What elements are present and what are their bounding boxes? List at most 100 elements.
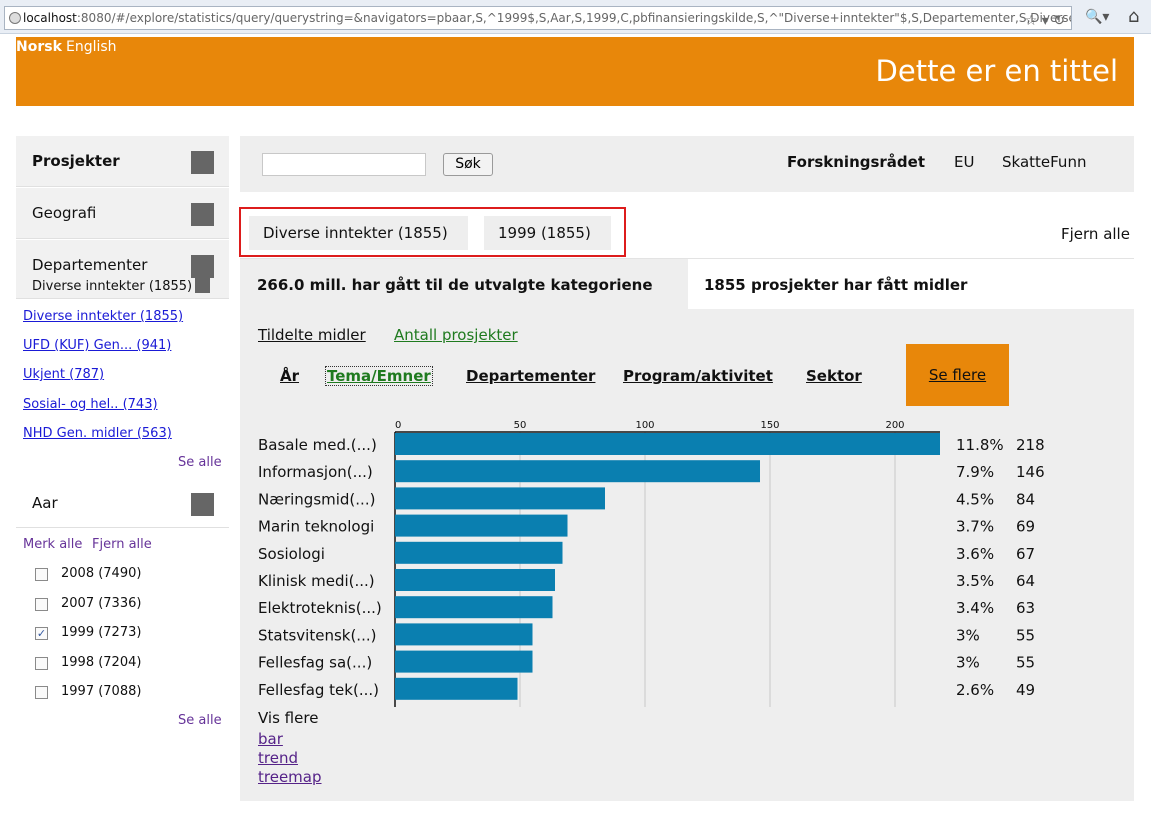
dep-facet-link[interactable]: Ukjent (787) — [23, 367, 104, 382]
percent-label: 7.9% — [956, 463, 994, 481]
year-label: 1998 (7204) — [61, 655, 142, 670]
bookmark-star-icon[interactable]: ☆ ▾ ↻ — [1025, 10, 1065, 29]
percent-label: 3% — [956, 654, 980, 672]
home-icon[interactable]: ⌂ — [1128, 6, 1139, 27]
bar — [395, 487, 605, 510]
year-checkbox[interactable] — [35, 598, 48, 611]
bar — [395, 460, 760, 483]
percent-label: 3% — [956, 626, 980, 644]
expand-toggle-icon[interactable] — [191, 203, 214, 226]
dep-facet-link[interactable]: Sosial- og hel.. (743) — [23, 397, 158, 412]
dep-facet-link[interactable]: NHD Gen. midler (563) — [23, 426, 172, 441]
lang-norsk-link[interactable]: Norsk — [16, 39, 62, 55]
category-label: Fellesfag sa(...) — [258, 654, 372, 672]
summary-projects: 1855 prosjekter har fått midler — [704, 276, 968, 294]
expand-toggle-icon[interactable] — [191, 255, 214, 278]
sidebar-section-label: Geografi — [32, 204, 97, 222]
bar — [395, 650, 533, 673]
bar — [395, 541, 563, 564]
url-path: :8080/#/explore/statistics/query/queryst… — [76, 11, 1072, 25]
sidebar-section-label: Prosjekter — [32, 152, 120, 170]
dep-facet-link[interactable]: Diverse inntekter (1855) — [23, 309, 183, 324]
search-engine-icon[interactable]: 🔍▾ — [1085, 9, 1109, 25]
category-label: Basale med.(...) — [258, 436, 377, 454]
year-label: 2008 (7490) — [61, 566, 142, 581]
year-checkbox[interactable] — [35, 568, 48, 581]
year-checkbox[interactable] — [35, 657, 48, 670]
bar — [395, 623, 533, 646]
dep-facet-link[interactable]: UFD (KUF) Gen... (941) — [23, 338, 171, 353]
percent-label: 2.6% — [956, 681, 994, 699]
vis-flere-label: Vis flere — [258, 709, 319, 727]
globe-icon — [9, 12, 21, 24]
chart-type-bar-link[interactable]: bar — [258, 730, 283, 748]
value-label: 49 — [1016, 681, 1035, 699]
url-host: localhost — [23, 11, 77, 25]
sidebar-section-geografi[interactable]: Geografi — [16, 188, 229, 239]
filter-chip[interactable]: Diverse inntekter (1855) — [249, 216, 468, 250]
x-tick-label: 50 — [514, 420, 527, 431]
lang-english-link[interactable]: English — [66, 39, 117, 55]
category-label: Informasjon(...) — [258, 463, 373, 481]
x-tick-label: 100 — [635, 420, 654, 431]
category-label: Elektroteknis(...) — [258, 599, 382, 617]
x-tick-label: 150 — [760, 420, 779, 431]
percent-label: 4.5% — [956, 490, 994, 508]
fjern-alle-year-link[interactable]: Fjern alle — [92, 537, 152, 552]
year-checkbox-checked[interactable]: ✓ — [35, 627, 48, 640]
se-alle-link[interactable]: Se alle — [178, 455, 222, 470]
nav-eu[interactable]: EU — [954, 153, 974, 171]
filter-chip[interactable]: 1999 (1855) — [484, 216, 611, 250]
year-label: 2007 (7336) — [61, 596, 142, 611]
selected-facet: Diverse inntekter (1855) — [32, 279, 193, 294]
x-tick-label: 200 — [885, 420, 904, 431]
chart-panel: Tildelte midler Antall prosjekter År Tem… — [240, 309, 1134, 801]
bar — [395, 514, 568, 537]
percent-label: 3.6% — [956, 545, 994, 563]
percent-label: 11.8% — [956, 436, 1004, 454]
value-label: 69 — [1016, 518, 1035, 536]
summary-bar: 266.0 mill. har gått til de utvalgte kat… — [240, 258, 1134, 310]
category-label: Klinisk medi(...) — [258, 572, 375, 590]
value-label: 146 — [1016, 463, 1045, 481]
search-button[interactable]: Søk — [443, 153, 493, 176]
page-title: Dette er en tittel — [875, 54, 1118, 88]
bar-chart: 0 50 100 150 200 Basale med.(...) 11.8% 218 Info… — [258, 420, 1045, 707]
category-label: Marin teknologi — [258, 518, 374, 536]
merk-alle-link[interactable]: Merk alle — [23, 537, 82, 552]
se-alle-year-link[interactable]: Se alle — [178, 713, 222, 728]
sidebar-section-aar[interactable]: Aar — [16, 477, 229, 528]
category-label: Statsvitensk(...) — [258, 626, 376, 644]
browser-address-bar: localhost:8080/#/explore/statistics/quer… — [0, 0, 1151, 34]
chart-type-treemap-link[interactable]: treemap — [258, 768, 322, 786]
remove-facet-icon[interactable] — [195, 278, 210, 293]
category-label: Fellesfag tek(...) — [258, 681, 379, 699]
value-label: 63 — [1016, 599, 1035, 617]
chart-type-trend-link[interactable]: trend — [258, 749, 298, 767]
value-label: 55 — [1016, 626, 1035, 644]
fjern-alle-filters-link[interactable]: Fjern alle — [1061, 225, 1130, 243]
bar — [395, 677, 518, 700]
expand-toggle-icon[interactable] — [191, 493, 214, 516]
sidebar-section-label: Aar — [32, 494, 58, 512]
value-label: 55 — [1016, 654, 1035, 672]
bar — [395, 596, 553, 619]
sidebar-section-prosjekter[interactable]: Prosjekter — [16, 136, 229, 187]
search-bar: Søk Forskningsrådet EU SkatteFunn — [240, 136, 1134, 192]
sidebar-section-departementer[interactable]: Departementer Diverse inntekter (1855) — [16, 240, 229, 299]
expand-toggle-icon[interactable] — [191, 151, 214, 174]
summary-money-cell: 266.0 mill. har gått til de utvalgte kat… — [240, 259, 688, 310]
search-input[interactable] — [262, 153, 426, 176]
percent-label: 3.7% — [956, 518, 994, 536]
summary-money: 266.0 mill. har gått til de utvalgte kat… — [257, 276, 653, 294]
year-label: 1999 (7273) — [61, 625, 142, 640]
nav-forskningsradet[interactable]: Forskningsrådet — [787, 153, 925, 171]
year-checkbox[interactable] — [35, 686, 48, 699]
percent-label: 3.4% — [956, 599, 994, 617]
bar — [395, 569, 555, 591]
nav-skattefunn[interactable]: SkatteFunn — [1002, 153, 1086, 171]
url-field[interactable]: localhost:8080/#/explore/statistics/quer… — [4, 6, 1072, 30]
value-label: 218 — [1016, 436, 1045, 454]
sidebar-section-label: Departementer — [32, 256, 148, 274]
category-label: Næringsmid(...) — [258, 490, 375, 508]
